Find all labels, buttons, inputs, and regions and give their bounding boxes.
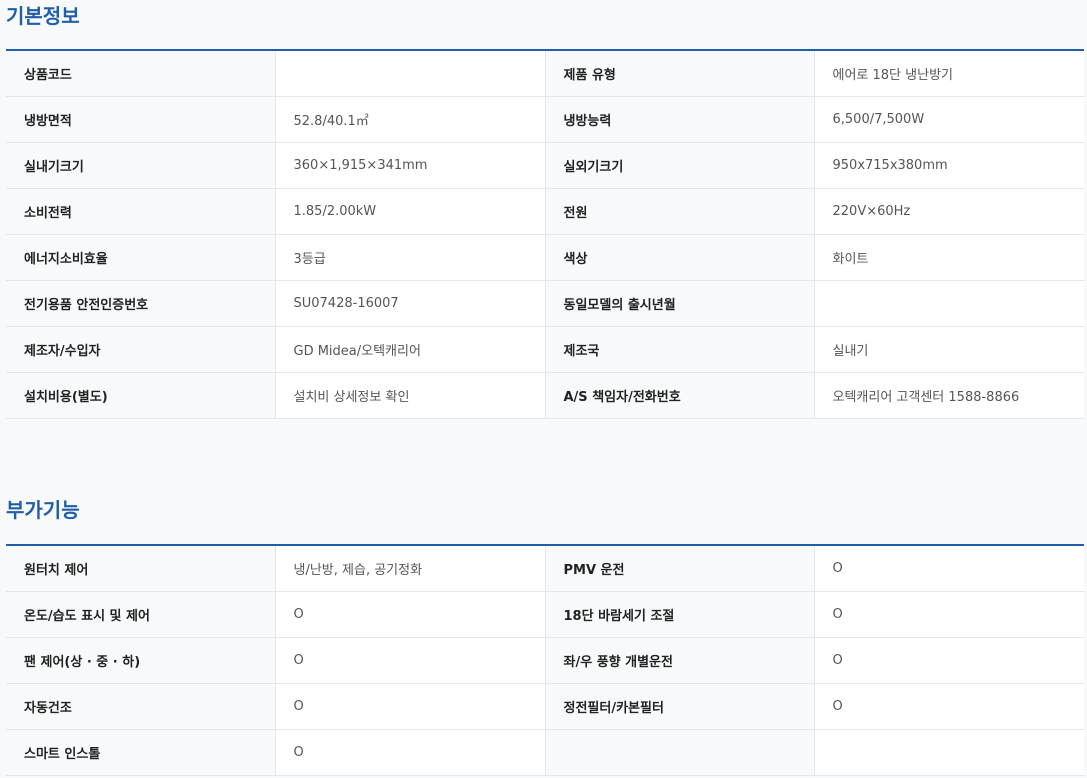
spec-label: 상품코드 — [6, 50, 276, 97]
spec-value: 오텍캐리어 고객센터 1588-8866 — [814, 372, 1084, 419]
spec-value: 220V×60Hz — [814, 188, 1084, 235]
spec-value: O — [814, 545, 1084, 592]
table-row: 원터치 제어 냉/난방, 제습, 공기정화 PMV 운전 O — [6, 545, 1084, 592]
spec-label: 냉방면적 — [6, 96, 276, 143]
spec-value: 6,500/7,500W — [814, 96, 1084, 143]
spec-value — [814, 729, 1084, 776]
spec-value: O — [275, 637, 546, 684]
extra-features-table: 원터치 제어 냉/난방, 제습, 공기정화 PMV 운전 O 온도/습도 표시 및 제어… — [6, 544, 1084, 776]
spec-label: PMV 운전 — [545, 545, 815, 592]
spec-label: 소비전력 — [6, 188, 276, 235]
spec-label: 자동건조 — [6, 683, 276, 730]
spec-label: 온도/습도 표시 및 제어 — [6, 591, 276, 638]
spec-label: A/S 책임자/전화번호 — [545, 372, 815, 419]
spec-value: 52.8/40.1㎡ — [275, 96, 546, 143]
extra-features-body: 원터치 제어 냉/난방, 제습, 공기정화 PMV 운전 O 온도/습도 표시 및 제어… — [6, 545, 1084, 776]
spec-label: 제조자/수입자 — [6, 326, 276, 373]
spec-value: O — [814, 683, 1084, 730]
spec-label: 설치비용(별도) — [6, 372, 276, 419]
table-row: 설치비용(별도) 설치비 상세정보 확인 A/S 책임자/전화번호 오텍캐리어 고객센… — [6, 372, 1084, 419]
spec-value: 1.85/2.00kW — [275, 188, 546, 235]
spec-value: 설치비 상세정보 확인 — [275, 372, 546, 419]
spec-label: 스마트 인스톨 — [6, 729, 276, 776]
spec-value — [275, 50, 546, 97]
spec-label: 실외기크기 — [545, 142, 815, 189]
spec-label: 전기용품 안전인증번호 — [6, 280, 276, 327]
table-row: 팬 제어(상 · 중 · 하) O 좌/우 풍향 개별운전 O — [6, 637, 1084, 684]
spec-value: O — [814, 591, 1084, 638]
table-row: 온도/습도 표시 및 제어 O 18단 바람세기 조절 O — [6, 591, 1084, 638]
section-title-basic-info: 기본정보 — [6, 4, 80, 28]
spec-value: 실내기 — [814, 326, 1084, 373]
table-row: 냉방면적 52.8/40.1㎡ 냉방능력 6,500/7,500W — [6, 96, 1084, 143]
table-row: 소비전력 1.85/2.00kW 전원 220V×60Hz — [6, 188, 1084, 235]
table-row: 자동건조 O 정전필터/카본필터 O — [6, 683, 1084, 730]
spec-label — [545, 729, 815, 776]
spec-label: 좌/우 풍향 개별운전 — [545, 637, 815, 684]
spec-value: 냉/난방, 제습, 공기정화 — [275, 545, 546, 592]
spec-value: GD Midea/오텍캐리어 — [275, 326, 546, 373]
spec-label: 색상 — [545, 234, 815, 281]
spec-value: O — [814, 637, 1084, 684]
spec-label: 냉방능력 — [545, 96, 815, 143]
spec-value: O — [275, 729, 546, 776]
table-row: 상품코드 제품 유형 에어로 18단 냉난방기 — [6, 50, 1084, 97]
table-row: 전기용품 안전인증번호 SU07428-16007 동일모델의 출시년월 — [6, 280, 1084, 327]
table-row: 스마트 인스톨 O — [6, 729, 1084, 776]
spec-value: 화이트 — [814, 234, 1084, 281]
spec-label: 원터치 제어 — [6, 545, 276, 592]
spec-value: O — [275, 683, 546, 730]
table-row: 제조자/수입자 GD Midea/오텍캐리어 제조국 실내기 — [6, 326, 1084, 373]
spec-value — [814, 280, 1084, 327]
spec-value: O — [275, 591, 546, 638]
section-title-extra-features: 부가기능 — [6, 498, 80, 522]
spec-label: 동일모델의 출시년월 — [545, 280, 815, 327]
basic-info-table: 상품코드 제품 유형 에어로 18단 냉난방기 냉방면적 52.8/40.1㎡ 냉방능력 6… — [6, 49, 1084, 419]
spec-label: 제품 유형 — [545, 50, 815, 97]
spec-label: 제조국 — [545, 326, 815, 373]
spec-value: 3등급 — [275, 234, 546, 281]
spec-label: 전원 — [545, 188, 815, 235]
spec-value: 360×1,915×341mm — [275, 142, 546, 189]
table-row: 에너지소비효율 3등급 색상 화이트 — [6, 234, 1084, 281]
spec-label: 18단 바람세기 조절 — [545, 591, 815, 638]
basic-info-body: 상품코드 제품 유형 에어로 18단 냉난방기 냉방면적 52.8/40.1㎡ 냉방능력 6… — [6, 50, 1084, 419]
spec-label: 실내기크기 — [6, 142, 276, 189]
spec-label: 정전필터/카본필터 — [545, 683, 815, 730]
spec-value: 950x715x380mm — [814, 142, 1084, 189]
spec-value: 에어로 18단 냉난방기 — [814, 50, 1084, 97]
spec-label: 에너지소비효율 — [6, 234, 276, 281]
spec-label: 팬 제어(상 · 중 · 하) — [6, 637, 276, 684]
spec-value: SU07428-16007 — [275, 280, 546, 327]
table-row: 실내기크기 360×1,915×341mm 실외기크기 950x715x380mm — [6, 142, 1084, 189]
